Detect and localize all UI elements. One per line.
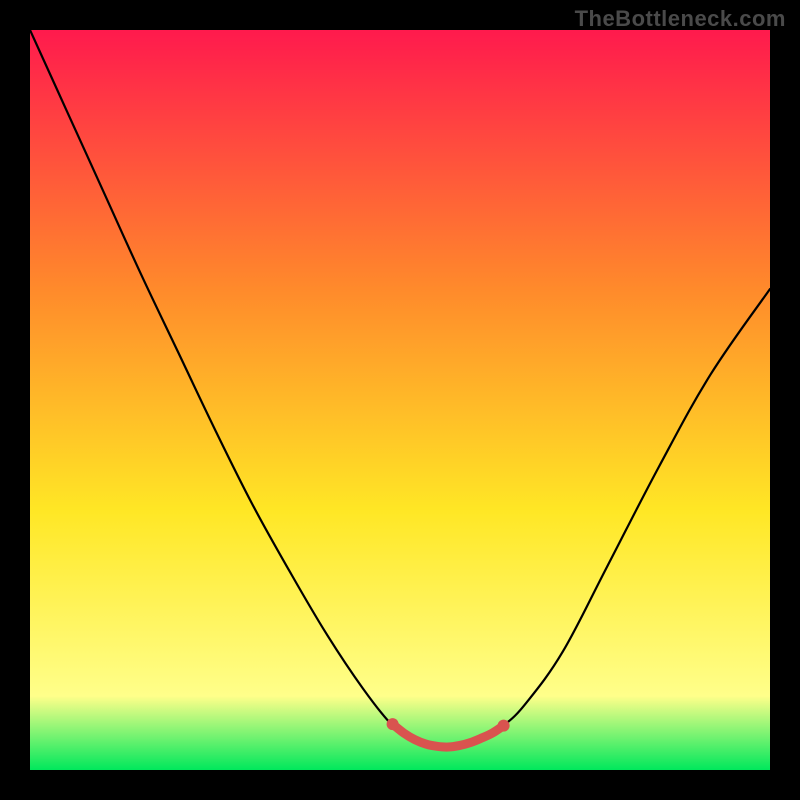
chart-svg (30, 30, 770, 770)
chart-plot (30, 30, 770, 770)
marker-endpoint (387, 718, 399, 730)
plot-background (30, 30, 770, 770)
chart-frame: TheBottleneck.com (0, 0, 800, 800)
marker-endpoint (498, 720, 510, 732)
watermark-text: TheBottleneck.com (575, 6, 786, 32)
